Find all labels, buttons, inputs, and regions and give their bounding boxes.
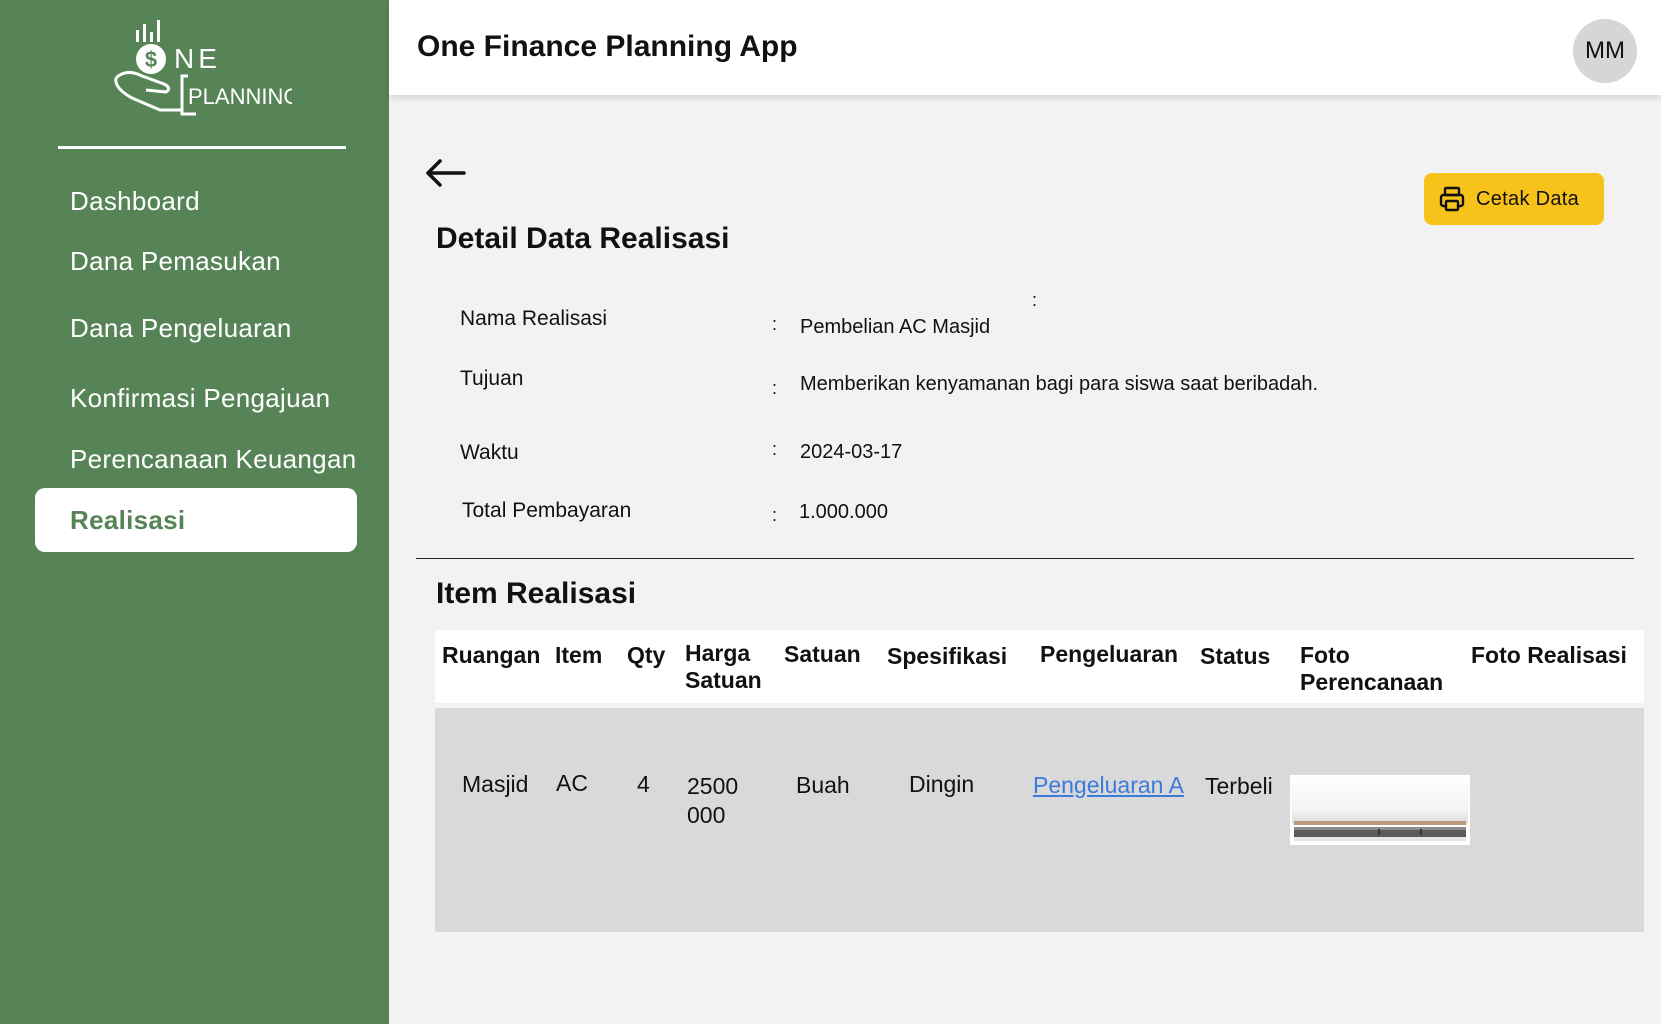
detail-title: Detail Data Realisasi [436,222,730,255]
table-row: Masjid AC 4 2500 000 Buah Dingin Pengelu… [435,708,1644,932]
field-colon: : [772,378,778,398]
sidebar-item-dashboard[interactable]: Dashboard [35,169,357,233]
items-title: Item Realisasi [436,577,637,610]
field-colon: : [772,314,778,334]
cell-status: Terbeli [1205,773,1273,799]
air-conditioner-photo[interactable] [1290,775,1470,845]
table-header: Ruangan Item Qty Harga Satuan Satuan Spes… [435,630,1644,703]
cell-ruangan: Masjid [462,771,529,797]
section-divider [416,558,1634,559]
column-header-satuan: Satuan [784,641,861,667]
app-title: One Finance Planning App [417,30,798,63]
column-header-harga-satuan: Harga Satuan [685,640,762,693]
field-colon: : [772,505,778,525]
printer-icon [1439,186,1465,212]
cell-item: AC [556,770,588,796]
column-header-qty: Qty [627,642,666,668]
arrow-left-icon[interactable] [424,158,466,188]
sidebar-item-label: Konfirmasi Pengajuan [70,382,331,413]
top-header: One Finance Planning App MM [389,0,1661,95]
column-header-item: Item [555,642,603,668]
app-logo[interactable]: $ NE PLANNING [112,18,300,124]
sidebar-item-perencanaan-keuangan[interactable]: Perencanaan Keuangan [35,427,357,491]
print-button[interactable]: Cetak Data [1424,173,1604,225]
field-value-waktu: 2024-03-17 [800,441,903,463]
sidebar-item-label: Perencanaan Keuangan [70,443,357,474]
column-header-spesifikasi: Spesifikasi [887,643,1008,669]
field-colon: : [772,439,778,459]
svg-text:PLANNING: PLANNING [188,84,292,109]
column-header-pengeluaran: Pengeluaran [1040,641,1179,667]
svg-text:NE: NE [174,43,221,74]
cell-spesifikasi: Dingin [909,771,975,797]
print-button-label: Cetak Data [1476,187,1580,210]
logo-graphic: $ NE PLANNING [114,20,300,116]
pengeluaran-link[interactable]: Pengeluaran A [1033,771,1184,800]
sidebar-item-realisasi[interactable]: Realisasi [35,488,357,552]
cell-satuan: Buah [796,772,850,798]
avatar[interactable]: MM [1573,19,1637,83]
column-header-ruangan: Ruangan [442,642,541,668]
column-header-foto-perencanaan: Foto Perencanaan [1300,642,1444,695]
field-label-waktu: Waktu [460,441,519,464]
column-header-foto-realisasi: Foto Realisasi [1471,642,1627,668]
field-label-tujuan: Tujuan [460,367,524,390]
field-label-total-pembayaran: Total Pembayaran [462,499,632,522]
logo-divider [58,146,346,149]
svg-text:$: $ [145,47,157,72]
cell-qty: 4 [637,771,650,797]
field-label-nama-realisasi: Nama Realisasi [460,307,608,330]
stray-colon: : [1032,290,1038,310]
field-value-tujuan: Memberikan kenyamanan bagi para siswa sa… [800,373,1319,395]
sidebar-item-dana-pengeluaran[interactable]: Dana Pengeluaran [35,296,357,360]
cell-harga-satuan: 2500 000 [687,773,739,828]
field-value-total-pembayaran: 1.000.000 [799,501,888,523]
sidebar-item-label: Realisasi [70,504,186,535]
sidebar-item-label: Dana Pemasukan [70,245,281,276]
sidebar: $ NE PLANNING Dashboard Dana Pemasukan D… [0,0,389,1024]
sidebar-item-label: Dashboard [70,185,200,216]
column-header-status: Status [1200,643,1271,669]
sidebar-item-label: Dana Pengeluaran [70,312,292,343]
sidebar-item-dana-pemasukan[interactable]: Dana Pemasukan [35,229,357,293]
field-value-nama-realisasi: Pembelian AC Masjid [800,316,991,338]
sidebar-item-konfirmasi-pengajuan[interactable]: Konfirmasi Pengajuan [35,366,357,430]
